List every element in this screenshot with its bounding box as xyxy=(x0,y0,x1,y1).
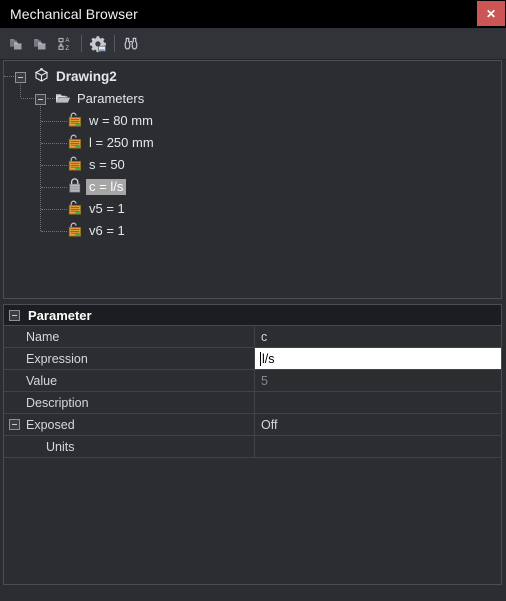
tree-node-parameter[interactable]: v5 = 1 xyxy=(4,198,501,220)
property-group-expander[interactable] xyxy=(9,309,20,321)
tree-node-parameter[interactable]: l = 250 mm xyxy=(4,132,501,154)
cube-icon xyxy=(34,68,49,86)
close-button[interactable]: ✕ xyxy=(477,1,505,26)
window-titlebar: Mechanical Browser ✕ xyxy=(0,0,506,28)
tree-connector-param xyxy=(41,165,67,166)
tree-connector-root xyxy=(4,76,14,77)
property-value-name[interactable]: c xyxy=(255,326,501,347)
property-label-cell: Units xyxy=(4,436,255,457)
window-title: Mechanical Browser xyxy=(10,6,138,22)
svg-text:Z: Z xyxy=(65,46,69,52)
property-value-expression-input[interactable]: l/s xyxy=(255,348,501,369)
tree-parameter-label: v6 = 1 xyxy=(89,223,125,238)
find-binoculars-icon[interactable] xyxy=(119,32,143,56)
property-group-title: Parameter xyxy=(28,307,92,323)
tree-parameter-label: l = 250 mm xyxy=(89,135,154,150)
tree-parameter-label: w = 80 mm xyxy=(89,113,153,128)
parameter-locked-icon xyxy=(67,177,83,197)
model-tree-panel[interactable]: Drawing2 Parameters w = 80 mm l = 250 mm… xyxy=(3,60,502,299)
tree-parameters-label: Parameters xyxy=(77,91,145,106)
parameter-unlocked-icon xyxy=(67,133,83,153)
parameter-unlocked-icon xyxy=(67,199,83,219)
tree-node-parameter-selected[interactable]: c = l/s xyxy=(4,176,501,198)
tree-node-parameter[interactable]: w = 80 mm xyxy=(4,110,501,132)
tree-parameter-label: v5 = 1 xyxy=(89,201,125,216)
property-value-exposed[interactable]: Off xyxy=(255,414,501,435)
settings-gear-icon[interactable] xyxy=(86,32,110,56)
tree-root-label: Drawing2 xyxy=(56,69,117,84)
property-expander-exposed[interactable] xyxy=(9,419,20,430)
property-row-description[interactable]: Description xyxy=(4,392,501,414)
tree-expander-root[interactable] xyxy=(15,71,26,83)
property-value-description[interactable] xyxy=(255,392,501,413)
sort-az-icon[interactable]: A Z xyxy=(53,32,77,56)
property-label: Name xyxy=(26,329,60,344)
property-label: Description xyxy=(26,395,89,410)
tree-expander-parameters[interactable] xyxy=(35,93,46,105)
property-row-expression[interactable]: Expression l/s xyxy=(4,348,501,370)
tree-node-root[interactable]: Drawing2 xyxy=(4,66,501,88)
folder-open-icon xyxy=(55,91,71,108)
property-row-units[interactable]: Units xyxy=(4,436,501,458)
property-value-value: 5 xyxy=(261,373,268,388)
tree-connector-param xyxy=(41,187,67,188)
tree-connector-param xyxy=(41,209,67,210)
add-subfolder-icon[interactable] xyxy=(29,32,53,56)
property-label-cell: Name xyxy=(4,326,255,347)
toolbar: A Z xyxy=(0,28,506,60)
tree-connector-parameters xyxy=(21,98,34,99)
tree-node-parameters[interactable]: Parameters xyxy=(4,88,501,110)
property-panel[interactable]: Parameter Name c Expression l/s Value 5 … xyxy=(3,304,502,585)
tree-connector-param xyxy=(41,121,67,122)
parameter-unlocked-icon xyxy=(67,155,83,175)
property-value-units[interactable] xyxy=(255,436,501,457)
property-group-header[interactable]: Parameter xyxy=(4,305,501,326)
svg-text:A: A xyxy=(65,38,69,44)
tree-node-parameter[interactable]: s = 50 xyxy=(4,154,501,176)
toolbar-separator-2 xyxy=(114,35,115,52)
property-row-name[interactable]: Name c xyxy=(4,326,501,348)
tree-content: Drawing2 Parameters w = 80 mm l = 250 mm… xyxy=(4,61,501,242)
property-value-expression-text: l/s xyxy=(262,351,275,366)
toolbar-separator-1 xyxy=(81,35,82,52)
text-caret xyxy=(260,351,261,366)
parameter-unlocked-icon xyxy=(67,221,83,241)
tree-parameter-label: s = 50 xyxy=(89,157,125,172)
property-label-cell: Value xyxy=(4,370,255,391)
property-row-value[interactable]: Value 5 xyxy=(4,370,501,392)
tree-connector-param xyxy=(41,143,67,144)
parameter-unlocked-icon xyxy=(67,111,83,131)
tree-connector-param xyxy=(41,231,67,232)
property-label: Exposed xyxy=(26,417,75,432)
tree-parameter-label-selected: c = l/s xyxy=(86,179,127,195)
property-label: Expression xyxy=(26,351,88,366)
property-label: Value xyxy=(26,373,58,388)
property-label-cell: Expression xyxy=(4,348,255,369)
property-row-exposed[interactable]: Exposed Off xyxy=(4,414,501,436)
tree-node-parameter[interactable]: v6 = 1 xyxy=(4,220,501,242)
add-folder-icon[interactable] xyxy=(5,32,29,56)
property-label: Units xyxy=(46,439,75,454)
property-label-cell: Exposed xyxy=(4,414,255,435)
property-label-cell: Description xyxy=(4,392,255,413)
